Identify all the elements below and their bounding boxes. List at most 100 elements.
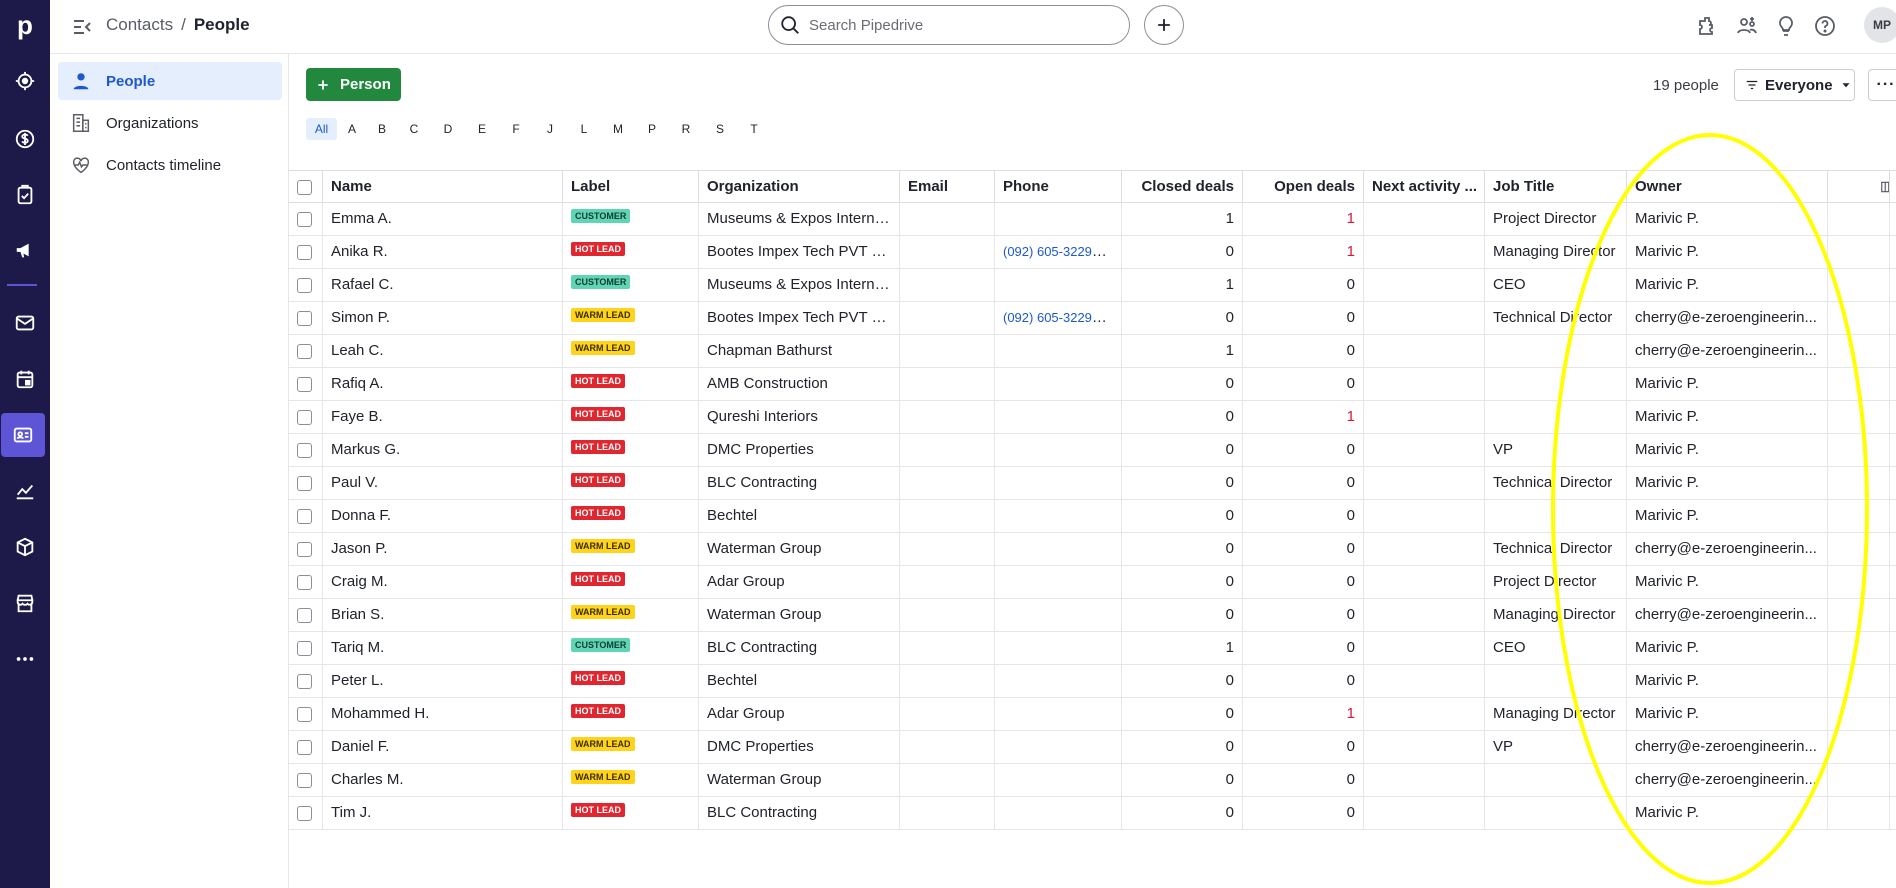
col-owner[interactable]: Owner: [1627, 171, 1828, 203]
letter-filter-s[interactable]: S: [703, 118, 737, 140]
cell-name[interactable]: Markus G.: [323, 434, 563, 466]
add-person-button[interactable]: Person: [306, 68, 401, 101]
cell-organization[interactable]: Waterman Group: [699, 599, 900, 631]
letter-filter-m[interactable]: M: [601, 118, 635, 140]
collapse-menu-icon[interactable]: [70, 15, 94, 39]
row-checkbox[interactable]: [297, 278, 312, 293]
help-icon[interactable]: [1812, 13, 1838, 39]
table-row[interactable]: Tariq M. CUSTOMER BLC Contracting 1 0 CEO Mari…: [289, 632, 1896, 665]
cell-organization[interactable]: AMB Construction: [699, 368, 900, 400]
table-row[interactable]: Markus G. HOT LEAD DMC Properties 0 0 VP Mariv…: [289, 434, 1896, 467]
cell-name[interactable]: Craig M.: [323, 566, 563, 598]
table-row[interactable]: Rafiq A. HOT LEAD AMB Construction 0 0 Marivi…: [289, 368, 1896, 401]
letter-filter-t[interactable]: T: [737, 118, 771, 140]
table-row[interactable]: Leah C. WARM LEAD Chapman Bathurst 1 0 cherry…: [289, 335, 1896, 368]
cell-name[interactable]: Tariq M.: [323, 632, 563, 664]
insights-icon[interactable]: [0, 469, 50, 513]
table-row[interactable]: Faye B. HOT LEAD Qureshi Interiors 0 1 Marivi…: [289, 401, 1896, 434]
activities-icon[interactable]: [0, 173, 50, 217]
table-row[interactable]: Rafael C. CUSTOMER Museums & Expos Interna…: [289, 269, 1896, 302]
row-checkbox[interactable]: [297, 410, 312, 425]
mail-icon[interactable]: [0, 301, 50, 345]
cell-name[interactable]: Paul V.: [323, 467, 563, 499]
row-checkbox[interactable]: [297, 245, 312, 260]
letter-filter-d[interactable]: D: [431, 118, 465, 140]
table-row[interactable]: Brian S. WARM LEAD Waterman Group 0 0 Managin…: [289, 599, 1896, 632]
letter-filter-r[interactable]: R: [669, 118, 703, 140]
cell-name[interactable]: Simon P.: [323, 302, 563, 334]
table-row[interactable]: Jason P. WARM LEAD Waterman Group 0 0 Technic…: [289, 533, 1896, 566]
letter-filter-all[interactable]: All: [306, 118, 337, 140]
more-icon[interactable]: [0, 637, 50, 681]
row-checkbox[interactable]: [297, 476, 312, 491]
row-checkbox[interactable]: [297, 509, 312, 524]
sidebar-item-organizations[interactable]: Organizations: [58, 104, 282, 142]
row-checkbox[interactable]: [297, 443, 312, 458]
cell-organization[interactable]: DMC Properties: [699, 731, 900, 763]
col-open-deals[interactable]: Open deals: [1243, 171, 1364, 203]
letter-filter-c[interactable]: C: [397, 118, 431, 140]
marketplace-icon[interactable]: [0, 581, 50, 625]
row-checkbox[interactable]: [297, 641, 312, 656]
cell-name[interactable]: Leah C.: [323, 335, 563, 367]
row-checkbox[interactable]: [297, 311, 312, 326]
cell-name[interactable]: Rafiq A.: [323, 368, 563, 400]
products-icon[interactable]: [0, 525, 50, 569]
table-row[interactable]: Paul V. HOT LEAD BLC Contracting 0 0 Technica…: [289, 467, 1896, 500]
quick-add-button[interactable]: [1144, 5, 1184, 45]
cell-name[interactable]: Donna F.: [323, 500, 563, 532]
letter-filter-l[interactable]: L: [567, 118, 601, 140]
letter-filter-e[interactable]: E: [465, 118, 499, 140]
col-phone[interactable]: Phone: [995, 171, 1122, 203]
row-checkbox[interactable]: [297, 674, 312, 689]
cell-name[interactable]: Charles M.: [323, 764, 563, 796]
col-next-activity[interactable]: Next activity ...: [1364, 171, 1485, 203]
row-checkbox[interactable]: [297, 608, 312, 623]
cell-organization[interactable]: Museums & Expos Interna...: [699, 269, 900, 301]
cell-organization[interactable]: BLC Contracting: [699, 797, 900, 829]
search-input[interactable]: [809, 16, 1109, 34]
table-row[interactable]: Tim J. HOT LEAD BLC Contracting 0 0 Marivic P…: [289, 797, 1896, 830]
letter-filter-f[interactable]: F: [499, 118, 533, 140]
table-row[interactable]: Charles M. WARM LEAD Waterman Group 0 0 cherr…: [289, 764, 1896, 797]
invite-users-icon[interactable]: [1734, 13, 1760, 39]
phone-link[interactable]: (092) 605-32292: [1003, 243, 1107, 260]
cell-name[interactable]: Jason P.: [323, 533, 563, 565]
col-closed-deals[interactable]: Closed deals: [1122, 171, 1243, 203]
col-name[interactable]: Name: [323, 171, 563, 203]
cell-name[interactable]: Anika R.: [323, 236, 563, 268]
cell-name[interactable]: Emma A.: [323, 203, 563, 235]
row-checkbox[interactable]: [297, 542, 312, 557]
row-checkbox[interactable]: [297, 740, 312, 755]
breadcrumb-parent[interactable]: Contacts: [106, 15, 173, 35]
row-checkbox[interactable]: [297, 344, 312, 359]
row-checkbox[interactable]: [297, 212, 312, 227]
campaigns-icon[interactable]: [0, 228, 50, 272]
row-checkbox[interactable]: [297, 806, 312, 821]
cell-name[interactable]: Faye B.: [323, 401, 563, 433]
global-search[interactable]: [768, 5, 1130, 45]
contacts-icon[interactable]: [1, 413, 45, 457]
cell-name[interactable]: Peter L.: [323, 665, 563, 697]
table-row[interactable]: Donna F. HOT LEAD Bechtel 0 0 Marivic P.: [289, 500, 1896, 533]
cell-organization[interactable]: BLC Contracting: [699, 632, 900, 664]
row-checkbox[interactable]: [297, 377, 312, 392]
cell-name[interactable]: Mohammed H.: [323, 698, 563, 730]
calendar-icon[interactable]: [0, 357, 50, 401]
select-all-checkbox[interactable]: [297, 180, 312, 195]
col-settings[interactable]: [1828, 171, 1890, 203]
sidebar-item-contacts-timeline[interactable]: Contacts timeline: [58, 146, 282, 184]
focus-icon[interactable]: [0, 59, 50, 103]
cell-name[interactable]: Brian S.: [323, 599, 563, 631]
cell-organization[interactable]: Chapman Bathurst: [699, 335, 900, 367]
table-row[interactable]: Craig M. HOT LEAD Adar Group 0 0 Project Dire…: [289, 566, 1896, 599]
table-row[interactable]: Mohammed H. HOT LEAD Adar Group 0 1 Managing …: [289, 698, 1896, 731]
sidebar-item-people[interactable]: People: [58, 62, 282, 100]
cell-name[interactable]: Tim J.: [323, 797, 563, 829]
letter-filter-j[interactable]: J: [533, 118, 567, 140]
cell-organization[interactable]: Adar Group: [699, 698, 900, 730]
table-row[interactable]: Anika R. HOT LEAD Bootes Impex Tech PVT L.…: [289, 236, 1896, 269]
table-row[interactable]: Emma A. CUSTOMER Museums & Expos Interna..…: [289, 203, 1896, 236]
col-email[interactable]: Email: [900, 171, 995, 203]
extensions-icon[interactable]: [1694, 13, 1720, 39]
